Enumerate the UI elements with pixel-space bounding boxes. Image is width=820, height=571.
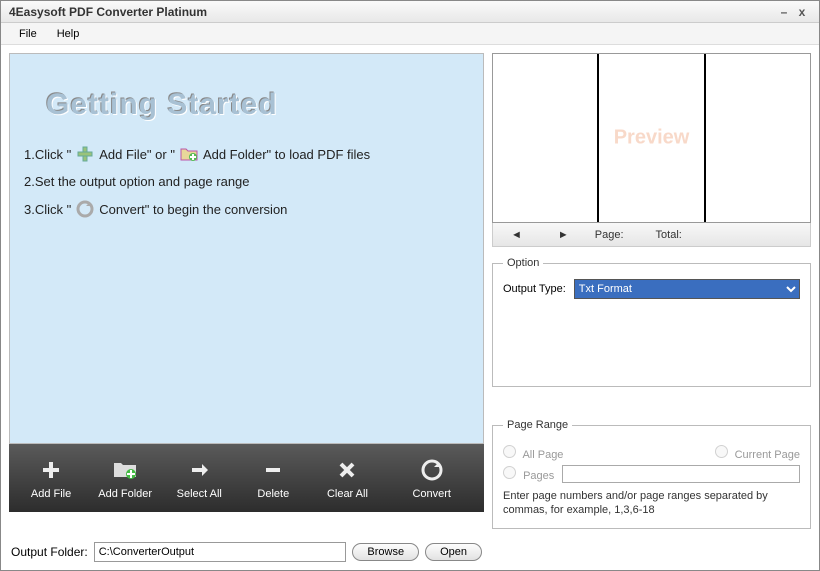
page-range-group: Page Range All Page Current Page Pages E… xyxy=(492,419,811,529)
refresh-icon xyxy=(419,456,445,484)
close-button[interactable]: x xyxy=(793,5,811,19)
delete-button[interactable]: Delete xyxy=(237,452,309,504)
convert-icon xyxy=(75,199,95,219)
pages-radio[interactable]: Pages xyxy=(503,466,554,482)
all-page-radio[interactable]: All Page xyxy=(503,445,563,461)
preview-pane: Preview xyxy=(492,53,811,223)
page-range-hint: Enter page numbers and/or page ranges se… xyxy=(503,489,800,518)
add-file-button[interactable]: Add File xyxy=(15,452,87,504)
browse-button[interactable]: Browse xyxy=(352,543,419,561)
minus-icon xyxy=(262,456,284,484)
page-range-legend: Page Range xyxy=(503,419,572,431)
menu-file[interactable]: File xyxy=(9,26,47,42)
left-pane: Getting Started 1.Click " Add File" or "… xyxy=(9,53,484,562)
output-type-row: Output Type: Txt Format xyxy=(503,279,800,299)
menu-help[interactable]: Help xyxy=(47,26,90,42)
content-area: Getting Started 1.Click " Add File" or "… xyxy=(1,45,819,570)
preview-label: Preview xyxy=(614,127,690,150)
minimize-button[interactable]: – xyxy=(775,5,793,19)
getting-started-panel: Getting Started 1.Click " Add File" or "… xyxy=(9,53,484,444)
output-folder-input[interactable] xyxy=(94,542,347,562)
next-page-button[interactable]: ► xyxy=(548,229,579,241)
output-folder-row: Output Folder: Browse Open xyxy=(9,542,484,562)
output-type-label: Output Type: xyxy=(503,283,566,295)
output-folder-label: Output Folder: xyxy=(11,545,88,559)
x-icon xyxy=(336,456,358,484)
clear-all-button[interactable]: Clear All xyxy=(311,452,383,504)
action-toolbar: Add File Add Folder Select All xyxy=(9,444,484,512)
convert-button[interactable]: Convert xyxy=(385,452,478,504)
pages-input[interactable] xyxy=(562,465,800,483)
menu-bar: File Help xyxy=(1,23,819,45)
page-label: Page: xyxy=(595,229,624,241)
folder-plus-icon xyxy=(179,144,199,164)
current-page-radio[interactable]: Current Page xyxy=(715,445,801,461)
step-3: 3.Click " Convert" to begin the conversi… xyxy=(24,199,469,219)
add-folder-button[interactable]: Add Folder xyxy=(89,452,161,504)
select-all-button[interactable]: Select All xyxy=(163,452,235,504)
total-label: Total: xyxy=(656,229,682,241)
app-window: 4Easysoft PDF Converter Platinum – x Fil… xyxy=(0,0,820,571)
page-range-row-2: Pages xyxy=(503,465,800,483)
arrow-right-icon xyxy=(188,456,210,484)
title-bar: 4Easysoft PDF Converter Platinum – x xyxy=(1,1,819,23)
open-button[interactable]: Open xyxy=(425,543,482,561)
plus-icon xyxy=(40,456,62,484)
preview-container: Preview ◄ ► Page: Total: xyxy=(492,53,811,247)
prev-page-button[interactable]: ◄ xyxy=(501,229,532,241)
option-legend: Option xyxy=(503,257,543,269)
option-group: Option Output Type: Txt Format xyxy=(492,257,811,387)
output-type-select[interactable]: Txt Format xyxy=(574,279,800,299)
window-title: 4Easysoft PDF Converter Platinum xyxy=(9,5,775,19)
getting-started-title: Getting Started xyxy=(46,88,469,122)
step-2: 2.Set the output option and page range xyxy=(24,174,469,189)
step-1: 1.Click " Add File" or " Add Folder" to … xyxy=(24,144,469,164)
plus-icon xyxy=(75,144,95,164)
page-range-row-1: All Page Current Page xyxy=(503,445,800,461)
folder-plus-icon xyxy=(112,456,138,484)
preview-pager: ◄ ► Page: Total: xyxy=(492,223,811,247)
right-pane: Preview ◄ ► Page: Total: Option Output T… xyxy=(492,53,811,562)
